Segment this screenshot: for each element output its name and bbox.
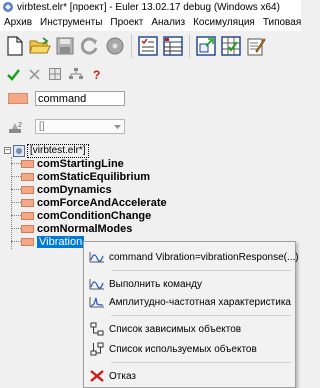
command-icon bbox=[21, 198, 34, 207]
wave-icon bbox=[89, 249, 105, 265]
menu-item-frequency-response[interactable]: Амплитудно-частотная характеристика bbox=[84, 292, 295, 312]
refresh-icon[interactable] bbox=[78, 34, 102, 58]
toolbar-separator bbox=[131, 34, 132, 58]
tree-item-label: comNormalModes bbox=[37, 222, 133, 235]
tree-item-comStartingLine[interactable]: comStartingLine bbox=[11, 157, 301, 170]
tree-icon bbox=[89, 321, 105, 337]
menu-analysis[interactable]: Анализ bbox=[147, 17, 189, 28]
check-icon[interactable] bbox=[6, 67, 20, 81]
tree-branch-line bbox=[11, 228, 21, 229]
type-dropdown[interactable]: [] bbox=[35, 119, 125, 134]
menu-archive[interactable]: Архив bbox=[0, 17, 36, 28]
menu-cosimulation[interactable]: Косимуляция bbox=[189, 17, 259, 28]
export-icon[interactable] bbox=[194, 34, 218, 58]
menu-item-label: Амплитудно-частотная характеристика bbox=[109, 296, 291, 308]
tree-item-label: comStaticEquilibrium bbox=[37, 170, 151, 183]
tree-item-label: comDynamics bbox=[37, 183, 112, 196]
command-type-icon bbox=[8, 93, 28, 104]
grid-check-icon[interactable] bbox=[219, 34, 243, 58]
frequency-response-icon bbox=[89, 294, 105, 310]
menu-item-label: Список используемых объектов bbox=[109, 343, 257, 355]
tree-item-label: comConditionChange bbox=[37, 209, 152, 222]
menu-item-command-preview[interactable]: command Vibration=vibrationResponse(...) bbox=[84, 247, 299, 267]
context-menu: command Vibration=vibrationResponse(...)… bbox=[83, 241, 299, 388]
save-icon[interactable] bbox=[53, 34, 77, 58]
object-name-field[interactable]: command bbox=[35, 91, 125, 106]
title-bar: virbtest.elr* [проект] - Euler 13.02.17 … bbox=[0, 0, 301, 14]
menu-bar: Архив Инструменты Проект Анализ Косимуля… bbox=[0, 14, 301, 31]
app-icon bbox=[3, 2, 13, 12]
menu-item-dependent-objects[interactable]: Список зависимых объектов bbox=[84, 319, 295, 339]
name-row: command bbox=[8, 91, 125, 106]
disk-icon[interactable] bbox=[103, 34, 127, 58]
menu-project[interactable]: Проект bbox=[106, 17, 147, 28]
project-tree: − [virbtest.elr*] comStartingLine comSta… bbox=[4, 143, 301, 249]
tree-item-comConditionChange[interactable]: comConditionChange bbox=[11, 209, 301, 222]
tree-root-label: [virbtest.elr*] bbox=[27, 143, 89, 158]
hierarchy-icon[interactable] bbox=[69, 67, 83, 81]
menu-item-label: Выполнить команду bbox=[109, 278, 202, 290]
cancel-icon[interactable] bbox=[27, 67, 41, 81]
main-toolbar bbox=[0, 31, 301, 61]
tree-item-comForceAndAccelerate[interactable]: comForceAndAccelerate bbox=[11, 196, 301, 209]
wave-icon bbox=[89, 276, 105, 292]
help-icon[interactable]: ? bbox=[90, 67, 104, 81]
menu-item-label: Список зависимых объектов bbox=[109, 323, 242, 335]
new-document-icon[interactable] bbox=[3, 34, 27, 58]
chevron-down-icon bbox=[114, 124, 121, 129]
command-icon bbox=[21, 159, 34, 168]
project-icon bbox=[13, 144, 25, 157]
tree-branch-line bbox=[11, 163, 21, 164]
tree-icon bbox=[89, 341, 105, 357]
menu-separator bbox=[111, 270, 291, 271]
tree-item-comStaticEquilibrium[interactable]: comStaticEquilibrium bbox=[11, 170, 301, 183]
tree-branch-line bbox=[11, 176, 21, 177]
open-folder-icon[interactable] bbox=[28, 34, 52, 58]
tree-branch-line bbox=[11, 241, 21, 242]
command-icon bbox=[21, 185, 34, 194]
scale-icon: 2 bbox=[9, 122, 22, 133]
tree-children: comStartingLine comStaticEquilibrium com… bbox=[11, 157, 301, 249]
type-dropdown-value: [] bbox=[39, 121, 45, 132]
collapse-icon[interactable]: − bbox=[4, 147, 11, 154]
tree-item-label: comStartingLine bbox=[37, 157, 124, 170]
command-icon bbox=[21, 172, 34, 181]
command-icon bbox=[21, 224, 34, 233]
window-title: virbtest.elr* [проект] - Euler 13.02.17 … bbox=[17, 1, 280, 13]
tree-guide-line bbox=[11, 157, 12, 249]
pen-notes-icon[interactable] bbox=[244, 34, 268, 58]
menu-item-used-objects[interactable]: Список используемых объектов bbox=[84, 339, 295, 359]
menu-item-cancel[interactable]: Отказ bbox=[84, 366, 295, 386]
grid-icon[interactable] bbox=[48, 67, 62, 81]
tree-item-label-selected: Vibration bbox=[37, 235, 85, 248]
tree-item-label: comForceAndAccelerate bbox=[37, 196, 167, 209]
panel-actions: ? bbox=[6, 66, 104, 82]
menu-typical-model[interactable]: Типовая модель bbox=[259, 17, 301, 28]
menu-separator bbox=[111, 362, 291, 363]
menu-tools[interactable]: Инструменты bbox=[36, 17, 106, 28]
cancel-x-icon bbox=[89, 368, 105, 384]
checklist-icon[interactable] bbox=[136, 34, 160, 58]
menu-item-label: Отказ bbox=[109, 370, 136, 382]
type-row: 2 [] bbox=[8, 119, 125, 134]
command-icon bbox=[21, 211, 34, 220]
svg-text:2: 2 bbox=[18, 122, 22, 129]
menu-separator bbox=[111, 315, 291, 316]
tree-root[interactable]: − [virbtest.elr*] bbox=[4, 143, 301, 158]
svg-text:?: ? bbox=[93, 68, 100, 81]
command-icon bbox=[21, 237, 34, 246]
table-icon[interactable] bbox=[161, 34, 185, 58]
menu-item-run-command[interactable]: Выполнить команду bbox=[84, 274, 295, 294]
menu-item-label: command Vibration=vibrationResponse(...) bbox=[109, 251, 299, 263]
tree-branch-line bbox=[11, 189, 21, 190]
toolbar-separator bbox=[189, 34, 190, 58]
tree-item-comDynamics[interactable]: comDynamics bbox=[11, 183, 301, 196]
tree-branch-line bbox=[11, 202, 21, 203]
tree-branch-line bbox=[11, 215, 21, 216]
tree-item-comNormalModes[interactable]: comNormalModes bbox=[11, 222, 301, 235]
